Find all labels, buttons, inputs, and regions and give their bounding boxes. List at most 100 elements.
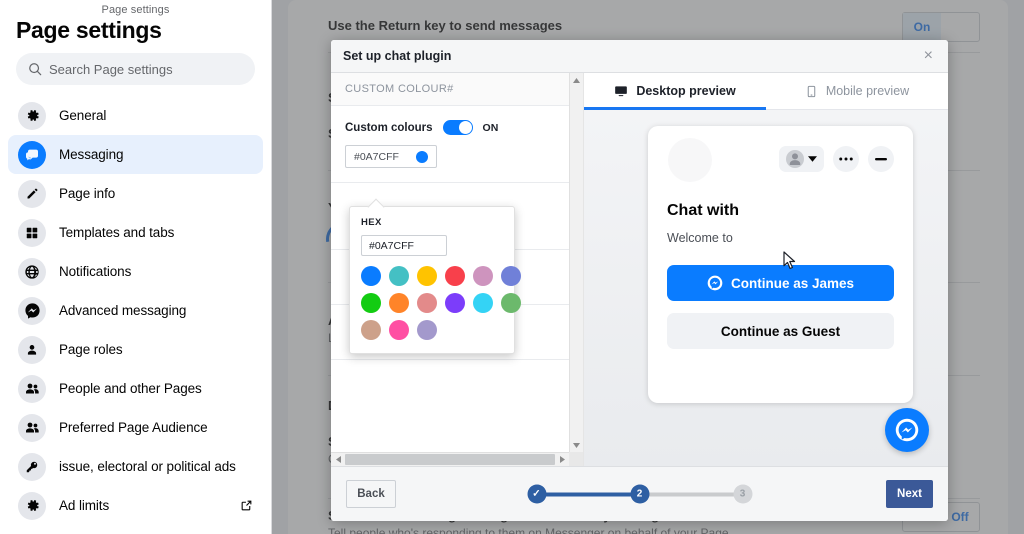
colour-picker-popover: HEX #0A7CFF: [349, 206, 521, 354]
back-button[interactable]: Back: [346, 480, 396, 508]
preview-tabs: Desktop preview Mobile preview: [584, 73, 948, 110]
search-bar[interactable]: [16, 53, 255, 85]
grid-icon: [18, 218, 46, 247]
sidebar-item-label: Notifications: [59, 264, 132, 279]
colour-swatch[interactable]: [389, 293, 409, 313]
avatar-icon: [786, 150, 804, 168]
ellipsis-icon: [839, 157, 853, 161]
colour-swatch[interactable]: [445, 266, 465, 286]
colour-swatch[interactable]: [473, 293, 493, 313]
sidebar-item-notifications[interactable]: Notifications: [8, 252, 263, 291]
chat-subtext: Welcome to: [667, 231, 733, 245]
colour-swatch[interactable]: [473, 266, 493, 286]
search-icon: [28, 62, 42, 76]
dialog-header: Set up chat plugin ×: [331, 40, 948, 73]
colour-swatch[interactable]: [389, 320, 409, 340]
step-indicator-2[interactable]: 2: [630, 484, 649, 504]
config-vertical-scrollbar[interactable]: [569, 73, 583, 452]
sidebar-item-label: Messaging: [59, 147, 124, 162]
hex-colour-field[interactable]: #0A7CFF: [345, 145, 437, 168]
phone-icon: [805, 85, 818, 98]
messenger-icon: [707, 275, 723, 291]
tab-label: Mobile preview: [825, 84, 910, 98]
hex-colour-value: #0A7CFF: [354, 150, 399, 163]
sidebar-item-political-ads[interactable]: issue, electoral or political ads: [8, 447, 263, 486]
sidebar-item-people-and-other-pages[interactable]: People and other Pages: [8, 369, 263, 408]
colour-swatch[interactable]: [417, 266, 437, 286]
scroll-up-icon[interactable]: [570, 73, 583, 87]
sidebar-item-label: Templates and tabs: [59, 225, 175, 240]
hex-input[interactable]: #0A7CFF: [361, 235, 447, 256]
scroll-down-icon[interactable]: [570, 438, 583, 452]
custom-colours-toggle-state: ON: [482, 121, 499, 134]
step-indicator-1[interactable]: ✓: [527, 484, 546, 504]
scroll-right-icon[interactable]: [555, 456, 569, 463]
mouse-cursor: [783, 251, 796, 275]
scroll-left-icon[interactable]: [331, 456, 345, 463]
preview-pane: Desktop preview Mobile preview Chat with…: [584, 73, 948, 466]
colour-swatch[interactable]: [361, 293, 381, 313]
step-indicator-3[interactable]: 3: [733, 484, 752, 504]
colour-swatch-preview[interactable]: [416, 150, 428, 163]
people-icon: [18, 413, 46, 442]
colour-swatch[interactable]: [361, 320, 381, 340]
sidebar-item-advanced-messaging[interactable]: Advanced messaging: [8, 291, 263, 330]
tab-mobile-preview[interactable]: Mobile preview: [766, 73, 948, 109]
colour-swatch[interactable]: [501, 266, 521, 286]
sidebar-item-general[interactable]: General: [8, 96, 263, 135]
dialog-footer: Back ✓ 2 3 Next: [331, 466, 948, 521]
continue-as-guest-button[interactable]: Continue as Guest: [667, 313, 894, 349]
continue-as-user-button[interactable]: Continue as James: [667, 265, 894, 301]
sidebar-item-label: Advanced messaging: [59, 303, 187, 318]
continue-as-guest-label: Continue as Guest: [720, 323, 841, 339]
sidebar-item-label: General: [59, 108, 107, 123]
scrollbar-corner: [569, 452, 583, 466]
sidebar-nav: General Messaging Page info Templates an…: [8, 96, 263, 525]
people-icon: [18, 374, 46, 403]
account-switcher[interactable]: [779, 146, 824, 172]
hex-label: HEX: [361, 217, 382, 228]
sidebar-item-page-roles[interactable]: Page roles: [8, 330, 263, 369]
person-icon: [18, 335, 46, 364]
sidebar-item-label: issue, electoral or political ads: [59, 459, 236, 474]
continue-as-user-label: Continue as James: [730, 275, 855, 291]
tab-label: Desktop preview: [636, 84, 736, 98]
toggle-knob: [458, 121, 472, 134]
colour-swatch[interactable]: [445, 293, 465, 313]
close-icon[interactable]: ×: [921, 46, 936, 66]
custom-colours-toggle[interactable]: [442, 120, 473, 135]
colour-swatch[interactable]: [389, 266, 409, 286]
chat-plugin-preview-card: Chat with Welcome to Continue as James C…: [648, 126, 913, 403]
colour-swatch[interactable]: [417, 293, 437, 313]
sidebar-item-label: Page roles: [59, 342, 123, 357]
more-options-button[interactable]: [833, 146, 859, 172]
search-input[interactable]: [49, 61, 243, 77]
colour-swatch[interactable]: [361, 266, 381, 286]
chevron-down-icon: [808, 156, 817, 162]
sidebar-item-templates-and-tabs[interactable]: Templates and tabs: [8, 213, 263, 252]
next-button[interactable]: Next: [886, 480, 933, 508]
messenger-icon: [18, 296, 46, 325]
sidebar-item-messaging[interactable]: Messaging: [8, 135, 263, 174]
minimize-button[interactable]: [868, 146, 894, 172]
colour-swatch[interactable]: [501, 293, 521, 313]
sidebar-item-ad-limits[interactable]: Ad limits: [8, 486, 263, 525]
colour-swatch-grid: [361, 266, 521, 340]
sidebar-item-preferred-page-audience[interactable]: Preferred Page Audience: [8, 408, 263, 447]
breadcrumb: Page settings: [101, 4, 170, 16]
step-connector-1: [545, 492, 631, 496]
sidebar-item-page-info[interactable]: Page info: [8, 174, 263, 213]
messenger-fab-button[interactable]: [885, 408, 929, 452]
preview-stage: Chat with Welcome to Continue as James C…: [584, 110, 948, 466]
colour-swatch[interactable]: [417, 320, 437, 340]
page-settings-sidebar: Page settings Page settings General Mess…: [0, 0, 272, 534]
setup-chat-plugin-dialog: Set up chat plugin × CUSTOM COLOUR# Cust…: [331, 40, 948, 521]
tab-desktop-preview[interactable]: Desktop preview: [584, 73, 766, 110]
scrollbar-thumb[interactable]: [345, 454, 555, 465]
custom-colours-block: Custom colours ON #0A7CFF: [331, 106, 569, 182]
key-icon: [18, 452, 46, 481]
page-logo-placeholder: [668, 138, 712, 182]
sidebar-item-label: Ad limits: [59, 498, 110, 513]
dialog-title: Set up chat plugin: [343, 49, 452, 63]
config-horizontal-scrollbar[interactable]: [331, 452, 569, 466]
